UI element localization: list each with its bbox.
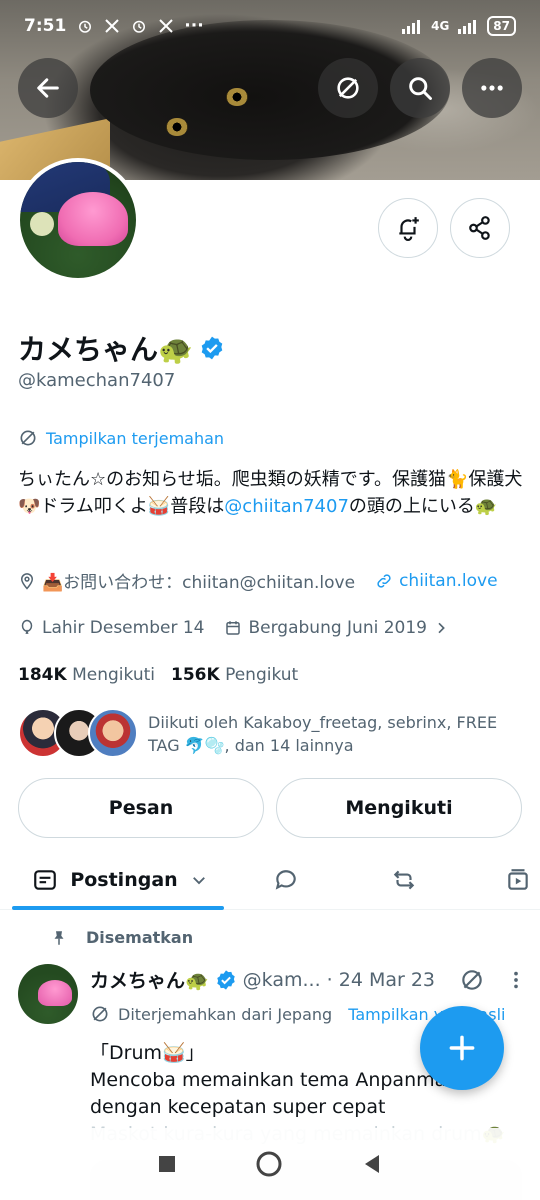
following-count: 184K <box>18 665 67 685</box>
message-button[interactable]: Pesan <box>18 778 264 838</box>
profile-bio: ちぃたん☆のお知らせ垢。爬虫類の妖精です。保護猫🐈保護犬🐶ドラム叩くよ🥁普段は@… <box>18 466 523 520</box>
location-pin-icon <box>20 572 34 590</box>
bio-text-end: の頭の上にいる🐢 <box>348 496 498 517</box>
profile-birthday: Lahir Desember 14 <box>42 618 205 638</box>
profile-name-row: カメちゃん🐢 <box>18 328 225 368</box>
follow-counts: 184K Mengikuti 156K Pengikut <box>18 665 298 685</box>
profile-website-link[interactable]: chiitan.love <box>375 570 498 591</box>
profile-contact: 📥お問い合わせ：chiitan@chiitan.love <box>42 573 356 593</box>
tab-posts-label: Postingan <box>70 869 178 891</box>
translate-icon <box>20 430 36 446</box>
post-header: カメちゃん🐢 @kam... · 24 Mar 23 <box>90 966 527 993</box>
verified-badge-icon <box>201 336 223 360</box>
follower-avatars <box>18 708 138 760</box>
post-author-avatar[interactable] <box>18 964 78 1024</box>
post-list-icon <box>34 870 57 890</box>
pinned-indicator: Disematkan <box>50 928 193 947</box>
post-author-name[interactable]: カメちゃん🐢 <box>90 966 209 993</box>
search-icon <box>409 77 432 100</box>
plus-icon <box>449 1035 475 1061</box>
more-vertical-icon[interactable] <box>505 969 527 991</box>
show-translation-link[interactable]: Tampilkan terjemahan <box>18 428 224 448</box>
home-icon[interactable] <box>255 1150 283 1178</box>
system-navigation-bar <box>0 1128 540 1200</box>
followers-link[interactable]: 156K Pengikut <box>171 665 298 685</box>
avatar-turtle-head <box>30 212 54 236</box>
x-logo-icon <box>159 19 174 33</box>
avatar-turtle-shell <box>38 980 72 1006</box>
pin-icon <box>54 930 64 945</box>
translate-icon[interactable] <box>459 967 485 993</box>
chevron-right-icon[interactable] <box>433 620 449 636</box>
followed-by-text: Diikuti oleh Kakaboy_freetag, sebrinx, F… <box>148 713 498 755</box>
bio-mention-link[interactable]: @chiitan7407 <box>224 496 349 517</box>
post-line: dengan kecepatan super cepat <box>90 1096 386 1118</box>
profile-meta-location: 📥お問い合わせ：chiitan@chiitan.love chiitan.lov… <box>18 568 498 593</box>
battery-indicator: 87 <box>487 16 516 36</box>
bell-plus-icon <box>399 217 419 241</box>
profile-meta-dates: Lahir Desember 14 Bergabung Juni 2019 <box>18 618 449 638</box>
video-icon <box>508 869 528 890</box>
translate-profile-button[interactable] <box>318 58 378 118</box>
tab-reposts[interactable] <box>374 850 434 910</box>
repost-icon <box>393 870 415 890</box>
notify-button[interactable] <box>378 198 438 258</box>
website-label: chiitan.love <box>399 570 498 591</box>
tab-replies[interactable] <box>256 850 316 910</box>
search-button[interactable] <box>390 58 450 118</box>
profile-tabs: Postingan <box>0 850 540 910</box>
profile-handle: @kamechan7407 <box>18 370 176 391</box>
status-time: 7:51 <box>24 16 67 36</box>
followed-by-row[interactable]: Diikuti oleh Kakaboy_freetag, sebrinx, F… <box>18 708 508 760</box>
pinned-label: Disematkan <box>86 928 194 947</box>
followers-label: Pengikut <box>225 665 299 685</box>
tab-posts[interactable]: Postingan <box>20 850 220 910</box>
followers-count: 156K <box>170 665 220 685</box>
back-button[interactable] <box>18 58 78 118</box>
banner-cat-eye <box>166 118 188 136</box>
translate-icon <box>92 1006 108 1022</box>
profile-name: カメちゃん🐢 <box>18 333 193 366</box>
verified-badge-icon <box>216 969 235 990</box>
back-nav-icon[interactable] <box>361 1153 383 1175</box>
profile-joined: Bergabung Juni 2019 <box>248 618 427 638</box>
compose-post-button[interactable] <box>420 1006 504 1090</box>
profile-avatar[interactable] <box>16 158 140 282</box>
status-more: ··· <box>184 16 204 36</box>
balloon-icon <box>21 619 33 634</box>
tab-media[interactable] <box>496 850 540 910</box>
chevron-down-icon <box>192 877 205 885</box>
signal-icon <box>458 20 477 34</box>
more-options-button[interactable] <box>462 58 522 118</box>
share-icon <box>469 216 490 240</box>
x-logo-icon <box>105 19 120 33</box>
share-button[interactable] <box>450 198 510 258</box>
following-label: Mengikuti <box>72 665 155 685</box>
reply-bubble-icon <box>275 870 296 890</box>
more-horizontal-icon <box>481 85 503 91</box>
following-link[interactable]: 184K Mengikuti <box>18 665 155 685</box>
banner-cat-eye <box>226 88 248 106</box>
signal-icon <box>402 20 421 34</box>
calendar-icon <box>226 621 241 635</box>
recent-apps-icon[interactable] <box>157 1154 177 1174</box>
network-type: 4G <box>431 19 450 33</box>
status-bar: 7:51 ··· 4G 87 <box>0 0 540 52</box>
translated-from-label: Diterjemahkan dari Jepang <box>118 1004 333 1024</box>
link-icon <box>377 573 391 588</box>
avatar-turtle-shell <box>58 192 128 246</box>
post-handle-date: @kam... · 24 Mar 23 <box>242 968 436 991</box>
active-tab-indicator <box>12 906 224 910</box>
show-translation-label: Tampilkan terjemahan <box>46 428 225 448</box>
arrow-left-icon <box>37 78 59 98</box>
following-button[interactable]: Mengikuti <box>276 778 522 838</box>
translate-icon <box>337 77 359 99</box>
alarm-icon <box>133 20 146 33</box>
avatar <box>88 708 138 758</box>
alarm-icon <box>79 20 92 33</box>
